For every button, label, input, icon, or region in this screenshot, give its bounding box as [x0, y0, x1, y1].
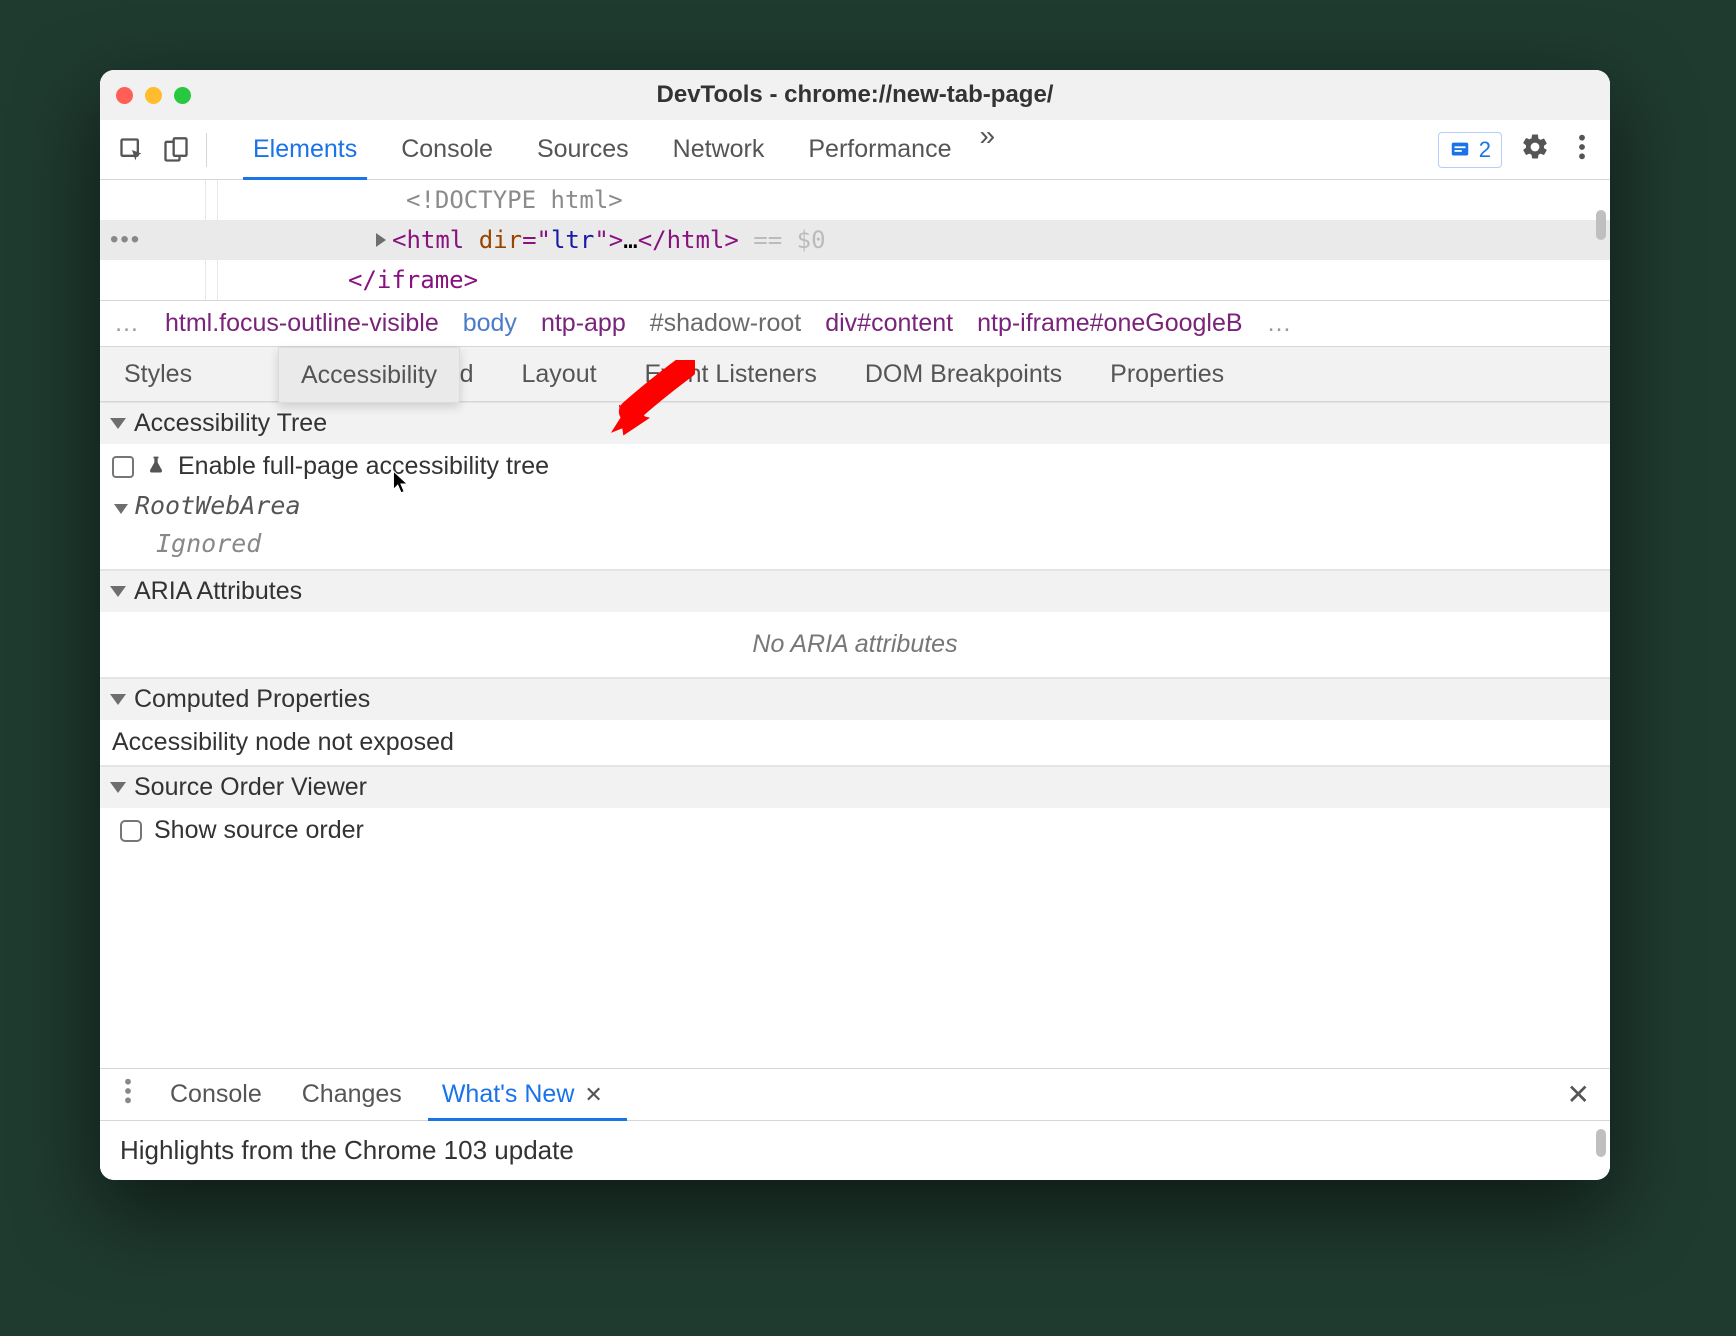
tree-node-root[interactable]: RootWebArea — [100, 489, 1610, 529]
breadcrumb-item[interactable]: #shadow-root — [650, 309, 801, 338]
doctype-text: <!DOCTYPE html> — [406, 186, 623, 214]
section-title: Source Order Viewer — [134, 773, 367, 802]
drawer-tab-whats-new[interactable]: What's New ✕ — [422, 1069, 623, 1120]
show-source-order-label: Show source order — [154, 816, 364, 845]
section-header[interactable]: ARIA Attributes — [100, 570, 1610, 612]
disclosure-triangle-icon[interactable] — [114, 504, 128, 514]
drawer: Console Changes What's New ✕ ✕ Highlight… — [100, 1068, 1610, 1180]
device-toolbar-icon[interactable] — [158, 132, 194, 168]
checkbox[interactable] — [112, 456, 134, 478]
drawer-kebab-icon[interactable] — [106, 1077, 150, 1112]
issues-icon — [1449, 139, 1471, 161]
drawer-tab-console[interactable]: Console — [150, 1069, 282, 1120]
section-header[interactable]: Accessibility Tree — [100, 402, 1610, 444]
devtools-window: DevTools - chrome://new-tab-page/ Elemen… — [100, 70, 1610, 1180]
section-computed-properties: Computed Properties Accessibility node n… — [100, 678, 1610, 766]
tab-styles[interactable]: Styles — [100, 347, 216, 401]
tab-sources[interactable]: Sources — [515, 120, 651, 179]
tab-accessibility-dragging[interactable]: Accessibility — [278, 347, 460, 403]
breadcrumb-item[interactable]: body — [463, 309, 517, 338]
checkbox[interactable] — [120, 820, 142, 842]
scrollbar[interactable] — [1590, 180, 1610, 300]
breadcrumb-item[interactable]: html.focus-outline-visible — [165, 309, 439, 338]
section-header[interactable]: Computed Properties — [100, 678, 1610, 720]
section-title: Accessibility Tree — [134, 409, 327, 438]
breadcrumb-prev-icon[interactable]: … — [114, 309, 141, 338]
section-source-order: Source Order Viewer Show source order — [100, 766, 1610, 871]
dom-row[interactable]: <!DOCTYPE html> — [100, 180, 1610, 220]
disclosure-triangle-icon[interactable] — [110, 782, 126, 793]
section-header[interactable]: Source Order Viewer — [100, 766, 1610, 808]
disclosure-triangle-icon[interactable] — [110, 418, 126, 429]
breadcrumb-next-icon[interactable]: … — [1267, 309, 1294, 338]
ignored-label: Ignored — [156, 529, 261, 558]
mouse-cursor-icon — [392, 470, 410, 496]
elements-side-tabs: Styles mputed Layout Event Listeners DOM… — [100, 346, 1610, 402]
tab-properties[interactable]: Properties — [1086, 347, 1248, 401]
tab-elements[interactable]: Elements — [231, 120, 379, 179]
main-tabs: Elements Console Sources Network Perform… — [231, 120, 1001, 179]
more-tabs-chevron-icon[interactable]: » — [973, 120, 1001, 179]
tab-console[interactable]: Console — [379, 120, 515, 179]
settings-gear-icon[interactable] — [1510, 132, 1560, 167]
tab-performance[interactable]: Performance — [786, 120, 973, 179]
breadcrumb-item[interactable]: ntp-app — [541, 309, 626, 338]
dom-tree[interactable]: <!DOCTYPE html> ••• <html dir="ltr">…</h… — [100, 180, 1610, 300]
dom-row[interactable]: </iframe> — [100, 260, 1610, 300]
breadcrumb[interactable]: … html.focus-outline-visible body ntp-ap… — [100, 300, 1610, 346]
dom-row-selected[interactable]: ••• <html dir="ltr">…</html> == $0 — [100, 220, 1610, 260]
scrollbar[interactable] — [1594, 1121, 1610, 1180]
drawer-tab-changes[interactable]: Changes — [282, 1069, 422, 1120]
root-web-area-label: RootWebArea — [135, 491, 301, 520]
inspect-element-icon[interactable] — [114, 132, 150, 168]
more-options-kebab-icon[interactable] — [1568, 133, 1596, 166]
issues-count: 2 — [1479, 137, 1491, 163]
disclosure-triangle-icon[interactable] — [110, 694, 126, 705]
no-aria-message: No ARIA attributes — [100, 612, 1610, 677]
drawer-content: Highlights from the Chrome 103 update — [100, 1121, 1610, 1180]
tab-close-icon[interactable]: ✕ — [584, 1082, 602, 1108]
issues-badge[interactable]: 2 — [1438, 132, 1502, 168]
tab-event-listeners[interactable]: Event Listeners — [621, 347, 841, 401]
tab-dom-breakpoints[interactable]: DOM Breakpoints — [841, 347, 1086, 401]
section-title: Computed Properties — [134, 685, 370, 714]
disclosure-triangle-icon[interactable] — [110, 586, 126, 597]
not-exposed-message: Accessibility node not exposed — [100, 720, 1610, 765]
main-toolbar: Elements Console Sources Network Perform… — [100, 120, 1610, 180]
gutter-dots: ••• — [110, 226, 141, 254]
section-title: ARIA Attributes — [134, 577, 302, 606]
drawer-close-icon[interactable]: ✕ — [1547, 1078, 1610, 1111]
section-accessibility-tree: Accessibility Tree Enable full-page acce… — [100, 402, 1610, 570]
expand-triangle-icon[interactable] — [376, 233, 386, 247]
breadcrumb-item[interactable]: ntp-iframe#oneGoogleB — [977, 309, 1242, 338]
tree-node-ignored[interactable]: Ignored — [100, 529, 1610, 569]
separator — [206, 133, 207, 167]
enable-full-page-row[interactable]: Enable full-page accessibility tree — [100, 444, 1610, 489]
show-source-order-row[interactable]: Show source order — [100, 808, 1610, 871]
window-title: DevTools - chrome://new-tab-page/ — [100, 81, 1610, 109]
enable-full-page-label: Enable full-page accessibility tree — [178, 452, 549, 481]
tab-network[interactable]: Network — [651, 120, 787, 179]
tab-layout[interactable]: Layout — [497, 347, 620, 401]
breadcrumb-item[interactable]: div#content — [825, 309, 953, 338]
experiment-flask-icon — [146, 454, 166, 483]
section-aria-attributes: ARIA Attributes No ARIA attributes — [100, 570, 1610, 678]
drawer-tab-label: What's New — [442, 1080, 575, 1109]
drawer-tabs: Console Changes What's New ✕ ✕ — [100, 1069, 1610, 1121]
highlight-heading: Highlights from the Chrome 103 update — [120, 1135, 574, 1165]
titlebar: DevTools - chrome://new-tab-page/ — [100, 70, 1610, 120]
